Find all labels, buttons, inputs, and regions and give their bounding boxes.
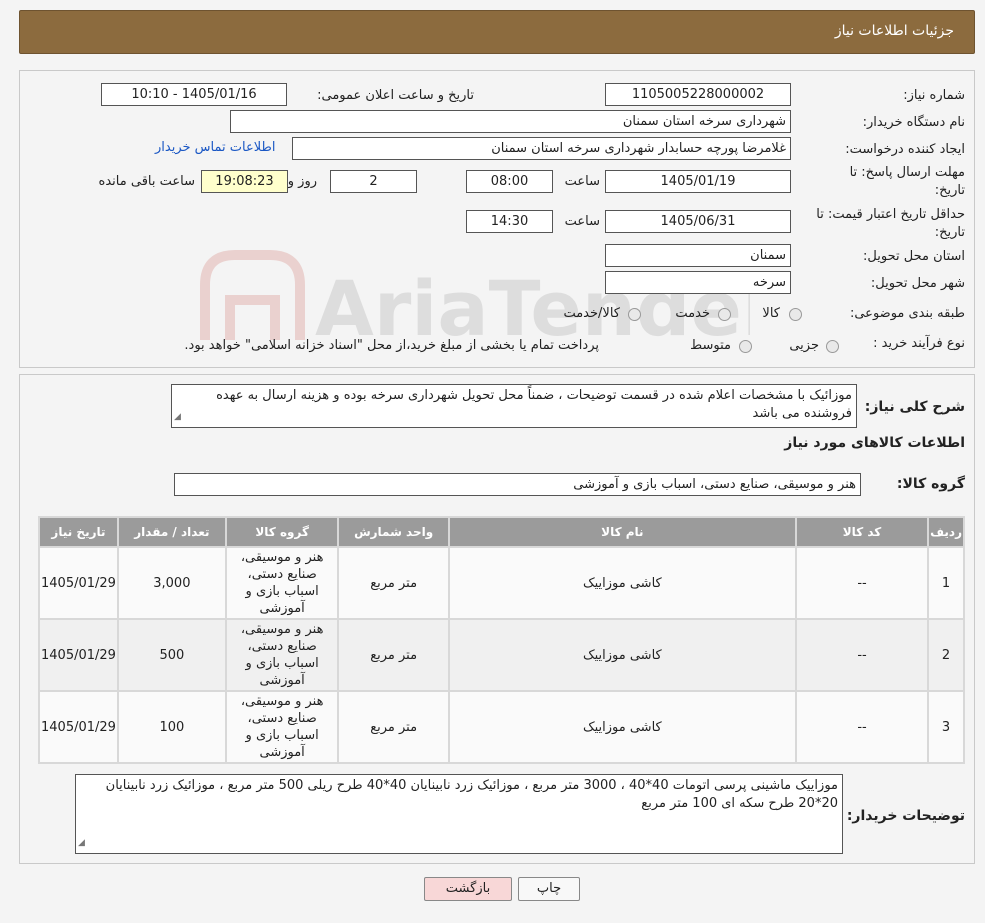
announce-date-field[interactable]: 1405/01/16 - 10:10: [101, 83, 287, 106]
table-row: 3 -- کاشی موزاییک متر مربع هنر و موسیقی،…: [40, 692, 963, 762]
back-button[interactable]: بازگشت: [424, 877, 512, 901]
row-qty: 3,000: [118, 548, 225, 618]
resize-grip-icon[interactable]: ◢: [174, 408, 181, 426]
buyer-notes-textarea[interactable]: موزاییک ماشینی پرسی اتومات 40*40 ، 3000 …: [75, 774, 843, 854]
page-header: جزئیات اطلاعات نیاز: [19, 10, 975, 54]
row-date: 1405/01/29: [40, 620, 117, 690]
deadline-label-line1: مهلت ارسال پاسخ: تا: [849, 165, 965, 180]
row-group: هنر و موسیقی، صنایع دستی، اسباب بازی و آ…: [226, 620, 338, 690]
col-qty: تعداد / مقدار: [118, 518, 225, 546]
col-index: ردیف: [929, 518, 963, 546]
table-row: 2 -- کاشی موزاییک متر مربع هنر و موسیقی،…: [40, 620, 963, 690]
days-label: روز و: [287, 174, 317, 189]
need-number-label: شماره نیاز:: [903, 88, 965, 103]
description-textarea[interactable]: موزائیک با مشخصات اعلام شده در قسمت توضی…: [171, 384, 857, 428]
category-option-goods: کالا: [762, 306, 780, 321]
category-label: طبقه بندی موضوعی:: [849, 306, 965, 321]
remaining-time-field: 19:08:23: [201, 170, 288, 193]
validity-time-label: ساعت: [564, 214, 600, 229]
province-field[interactable]: سمنان: [605, 244, 791, 267]
description-label: شرح کلی نیاز:: [864, 399, 965, 415]
need-number-field[interactable]: 1105005228000002: [605, 83, 791, 106]
goods-group-label: گروه کالا:: [896, 476, 965, 492]
creator-label: ایجاد کننده درخواست:: [845, 142, 965, 157]
days-field[interactable]: 2: [330, 170, 417, 193]
resize-grip-icon[interactable]: ◢: [78, 834, 85, 852]
row-date: 1405/01/29: [40, 548, 117, 618]
category-radio-service[interactable]: [718, 308, 731, 321]
deadline-label: مهلت ارسال پاسخ: تا تاریخ:: [850, 164, 965, 200]
category-option-service: خدمت: [675, 306, 710, 321]
process-option-partial: جزیی: [789, 338, 819, 353]
category-option-goods-service: کالا/خدمت: [563, 306, 620, 321]
row-index: 2: [929, 620, 963, 690]
col-group: گروه کالا: [226, 518, 338, 546]
row-code: --: [796, 692, 928, 762]
validity-label-line2: تاریخ:: [934, 225, 965, 240]
payment-note: پرداخت تمام یا بخشی از مبلغ خرید،از محل …: [184, 338, 599, 353]
table-row: 1 -- کاشی موزاییک متر مربع هنر و موسیقی،…: [40, 548, 963, 618]
col-date: تاریخ نیاز: [40, 518, 117, 546]
validity-label: حداقل تاریخ اعتبار قیمت: تا تاریخ:: [816, 206, 965, 242]
buyer-notes-label: توضیحات خریدار:: [846, 808, 965, 824]
description-text: موزائیک با مشخصات اعلام شده در قسمت توضی…: [216, 388, 852, 421]
col-name: نام کالا: [449, 518, 795, 546]
goods-table: ردیف کد کالا نام کالا واحد شمارش گروه کا…: [38, 516, 965, 764]
deadline-date-field[interactable]: 1405/01/19: [605, 170, 791, 193]
row-date: 1405/01/29: [40, 692, 117, 762]
row-name: کاشی موزاییک: [449, 692, 795, 762]
process-option-medium: متوسط: [690, 338, 731, 353]
creator-field[interactable]: غلامرضا پورچه حسابدار شهرداری سرخه استان…: [292, 137, 791, 160]
page-title: جزئیات اطلاعات نیاز: [834, 23, 954, 39]
remaining-label: ساعت باقی مانده: [98, 174, 195, 189]
validity-date-field[interactable]: 1405/06/31: [605, 210, 791, 233]
process-radio-medium[interactable]: [739, 340, 752, 353]
process-type-label: نوع فرآیند خرید :: [873, 336, 965, 351]
buyer-contact-link[interactable]: اطلاعات تماس خریدار: [155, 140, 275, 155]
print-button[interactable]: چاپ: [518, 877, 580, 901]
deadline-time-label: ساعت: [564, 174, 600, 189]
row-unit: متر مربع: [339, 548, 448, 618]
row-unit: متر مربع: [339, 692, 448, 762]
category-radio-goods[interactable]: [789, 308, 802, 321]
buyer-org-label: نام دستگاه خریدار:: [862, 115, 965, 130]
row-group: هنر و موسیقی، صنایع دستی، اسباب بازی و آ…: [226, 692, 338, 762]
col-unit: واحد شمارش: [339, 518, 448, 546]
row-qty: 100: [118, 692, 225, 762]
buyer-org-field[interactable]: شهرداری سرخه استان سمنان: [230, 110, 791, 133]
city-field[interactable]: سرخه: [605, 271, 791, 294]
row-index: 1: [929, 548, 963, 618]
row-unit: متر مربع: [339, 620, 448, 690]
validity-label-line1: حداقل تاریخ اعتبار قیمت: تا: [816, 207, 965, 222]
province-label: استان محل تحویل:: [863, 249, 965, 264]
row-code: --: [796, 548, 928, 618]
row-name: کاشی موزاییک: [449, 620, 795, 690]
validity-time-field[interactable]: 14:30: [466, 210, 553, 233]
row-name: کاشی موزاییک: [449, 548, 795, 618]
goods-section-title: اطلاعات کالاهای مورد نیاز: [784, 435, 965, 451]
col-code: کد کالا: [796, 518, 928, 546]
process-radio-partial[interactable]: [826, 340, 839, 353]
city-label: شهر محل تحویل:: [870, 276, 965, 291]
category-radio-goods-service[interactable]: [628, 308, 641, 321]
row-code: --: [796, 620, 928, 690]
deadline-label-line2: تاریخ:: [934, 183, 965, 198]
row-group: هنر و موسیقی، صنایع دستی، اسباب بازی و آ…: [226, 548, 338, 618]
deadline-time-field[interactable]: 08:00: [466, 170, 553, 193]
announce-date-label: تاریخ و ساعت اعلان عمومی:: [317, 88, 474, 103]
buyer-notes-text: موزاییک ماشینی پرسی اتومات 40*40 ، 3000 …: [105, 778, 838, 811]
row-qty: 500: [118, 620, 225, 690]
goods-group-field[interactable]: هنر و موسیقی، صنایع دستی، اسباب بازی و آ…: [174, 473, 861, 496]
row-index: 3: [929, 692, 963, 762]
table-header-row: ردیف کد کالا نام کالا واحد شمارش گروه کا…: [40, 518, 963, 546]
